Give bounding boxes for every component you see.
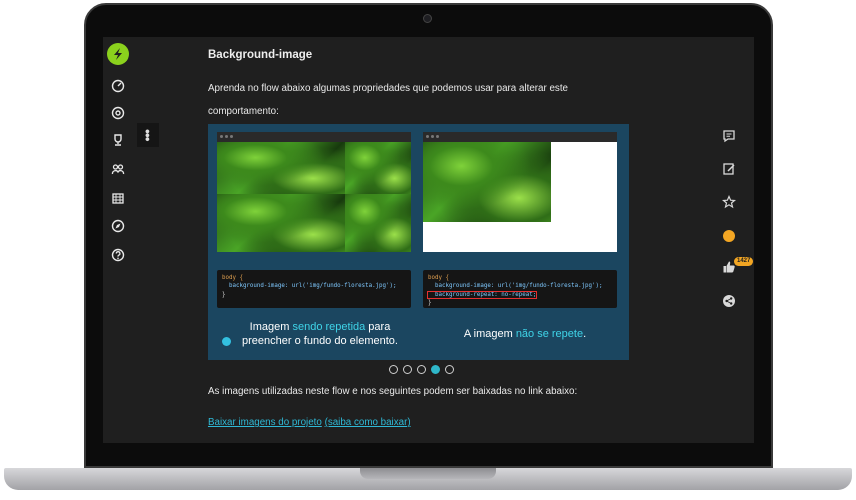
calendar-icon[interactable]: [110, 190, 126, 206]
laptop-notch: [360, 468, 496, 479]
likes-count-badge: 1427: [734, 257, 754, 266]
lesson-title: Background-image: [208, 49, 313, 61]
app-screen: ••• Background-image Aprenda no flow aba…: [103, 37, 754, 443]
support-icon[interactable]: [110, 105, 126, 121]
community-icon[interactable]: [110, 161, 126, 177]
lesson-intro: Aprenda no flow abaixo algumas proprieda…: [208, 83, 568, 117]
highlighted-code: background-repeat: no-repeat;: [426, 290, 538, 299]
dashboard-icon[interactable]: [110, 78, 126, 94]
forest-image: [217, 142, 345, 194]
download-links: Baixar imagens do projeto (saiba como ba…: [208, 417, 411, 428]
browser-preview-repeat: [217, 132, 411, 252]
forest-image: [345, 142, 411, 194]
trophy-icon[interactable]: [110, 132, 126, 148]
star-icon[interactable]: [721, 194, 737, 210]
caption-no-repeat: A imagem não se repete.: [463, 328, 587, 340]
coin-icon[interactable]: [723, 230, 735, 242]
webcam-icon: [423, 14, 432, 23]
share-icon[interactable]: [721, 293, 737, 309]
download-note: As imagens utilizadas neste flow e nos s…: [208, 386, 578, 397]
download-images-link[interactable]: Baixar imagens do projeto: [208, 417, 322, 428]
carousel-slide[interactable]: body { background-image: url('img/fundo-…: [208, 124, 629, 360]
carousel-dot[interactable]: [431, 365, 440, 374]
code-block-right: body { background-image: url('img/fundo-…: [423, 270, 617, 308]
right-sidebar: 1427: [717, 37, 754, 443]
more-options-icon[interactable]: •••: [137, 123, 159, 147]
left-sidebar: [103, 37, 133, 443]
how-to-download-link[interactable]: (saiba como baixar): [325, 417, 411, 428]
forest-image: [423, 142, 551, 222]
help-icon[interactable]: [110, 247, 126, 263]
laptop-frame: ••• Background-image Aprenda no flow aba…: [0, 0, 856, 500]
carousel-dot[interactable]: [445, 365, 454, 374]
audio-icon[interactable]: [222, 337, 231, 346]
compass-icon[interactable]: [110, 218, 126, 234]
logo-icon[interactable]: [107, 43, 129, 65]
code-block-left: body { background-image: url('img/fundo-…: [217, 270, 411, 308]
browser-preview-no-repeat: [423, 132, 617, 252]
forest-image: [217, 194, 345, 252]
carousel-dot[interactable]: [417, 365, 426, 374]
lesson-content: Background-image Aprenda no flow abaixo …: [208, 37, 638, 443]
carousel-dot[interactable]: [389, 365, 398, 374]
carousel-dot[interactable]: [403, 365, 412, 374]
notes-icon[interactable]: [721, 161, 737, 177]
caption-repeat: Imagem sendo repetida para preencher o fu…: [242, 321, 398, 347]
carousel-pager: [389, 365, 454, 374]
comment-icon[interactable]: [721, 128, 737, 144]
forest-image: [345, 194, 411, 252]
